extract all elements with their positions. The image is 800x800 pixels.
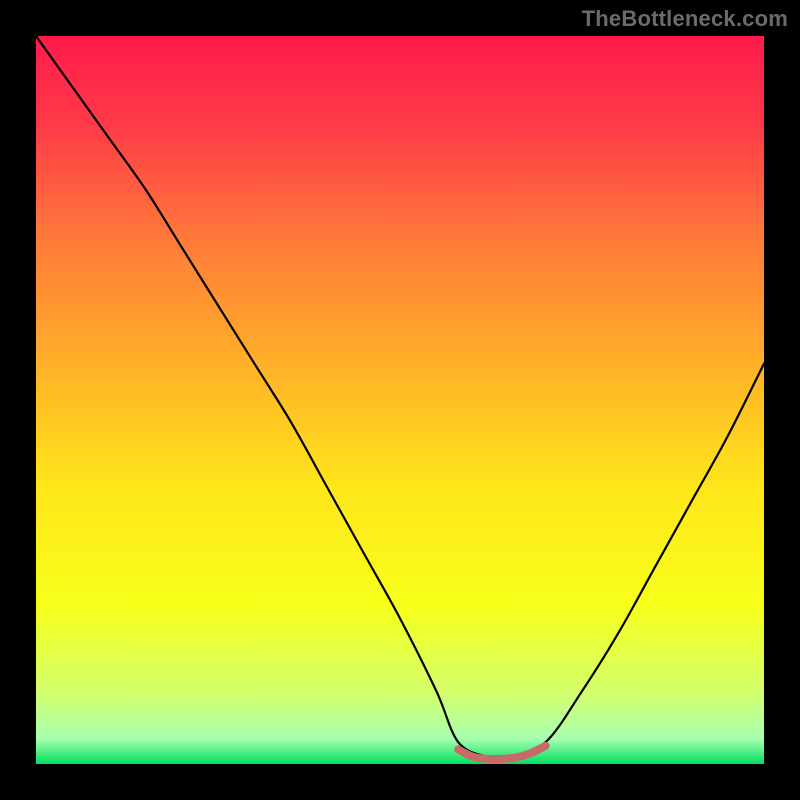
chart-container: TheBottleneck.com (0, 0, 800, 800)
chart-background (36, 36, 764, 764)
watermark-text: TheBottleneck.com (582, 6, 788, 32)
chart-svg (0, 0, 800, 800)
